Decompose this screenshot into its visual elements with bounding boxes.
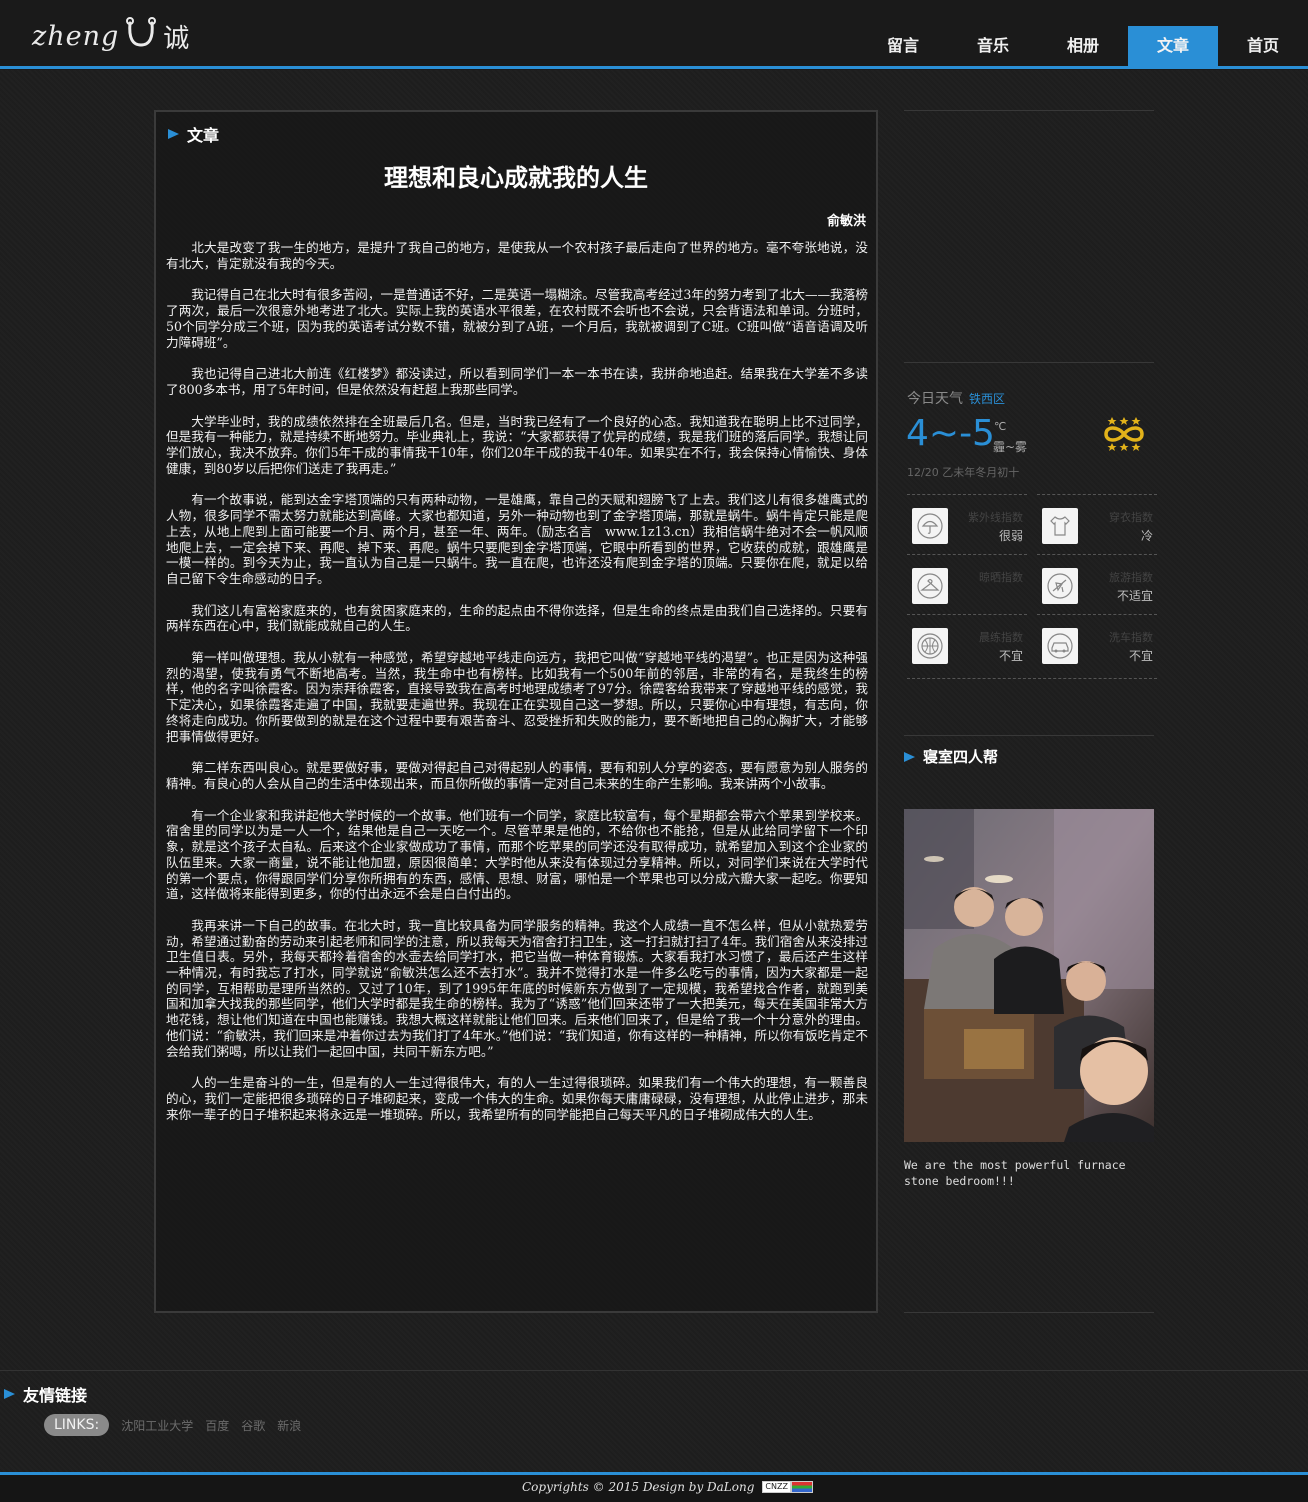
article-panel: 文章 理想和良心成就我的人生 俞敏洪 北大是改变了我一生的地方，是提升了我自己的… — [154, 110, 878, 1313]
haze-weather-icon — [1104, 417, 1144, 451]
weather-index-value: 冷 — [1140, 529, 1153, 543]
hanger-icon — [912, 568, 948, 604]
friend-link[interactable]: 沈阳工业大学 — [121, 1417, 193, 1434]
basketball-icon — [912, 628, 948, 664]
weather-unit: ℃ — [994, 420, 1007, 433]
article-paragraph: 第一样叫做理想。我从小就有一种感觉，希望穿越地平线走向远方，我把它叫做“穿越地平… — [166, 650, 868, 744]
weather-index-drying: 晾晒指数 — [907, 554, 1027, 614]
article-paragraph: 我记得自己在北大时有很多苦闷，一是普通话不好，二是英语一塌糊涂。尽管我高考经过3… — [166, 287, 868, 350]
weather-index-label: 洗车指数 — [1109, 631, 1153, 644]
car-icon — [1042, 628, 1078, 664]
weather-index-exercise: 晨练指数 不宜 — [907, 614, 1027, 674]
shirt-icon — [1042, 508, 1078, 544]
friend-link[interactable]: 谷歌 — [241, 1417, 265, 1434]
weather-index-value: 不适宜 — [1116, 589, 1153, 603]
nav-home[interactable]: 首页 — [1218, 26, 1308, 66]
article-paragraph: 北大是改变了我一生的地方，是提升了我自己的地方，是使我从一个农村孩子最后走向了世… — [166, 240, 868, 271]
nav-guestbook[interactable]: 留言 — [858, 26, 948, 66]
arrow-right-icon — [4, 1389, 15, 1399]
sidebar-divider — [904, 1312, 1154, 1313]
friend-link[interactable]: 百度 — [205, 1417, 229, 1434]
plane-icon — [1042, 568, 1078, 604]
weather-index-label: 晨练指数 — [979, 631, 1023, 644]
logo-u-icon — [126, 17, 157, 47]
sidebar-divider — [904, 110, 1154, 111]
arrow-right-icon — [168, 129, 179, 139]
weather-description: 霾~雾 — [993, 440, 1028, 454]
weather-title-label: 今日天气 — [907, 391, 963, 407]
friend-links-heading: 友情链接 — [4, 1382, 87, 1406]
article-title: 理想和良心成就我的人生 — [384, 163, 648, 192]
article-paragraph: 我再来讲一下自己的故事。在北大时，我一直比较具备为同学服务的精神。我这个人成绩一… — [166, 917, 868, 1059]
weather-index-travel: 旅游指数 不适宜 — [1037, 554, 1157, 614]
weather-widget: 今日天气 铁西区 4~-5 ℃ 霾~雾 12/20 乙未年冬月初十 紫外线指数 很… — [904, 376, 1158, 696]
logo-text: zheng — [32, 20, 120, 52]
sidebar-divider — [904, 735, 1154, 736]
umbrella-icon — [912, 508, 948, 544]
article-paragraph: 有一个故事说，能到达金字塔顶端的只有两种动物，一是雄鹰，靠自己的天赋和翅膀飞了上… — [166, 492, 868, 586]
sidebar-divider — [904, 362, 1154, 363]
friend-link[interactable]: 新浪 — [277, 1417, 301, 1434]
group-section-heading: 寝室四人帮 — [904, 746, 998, 767]
group-photo[interactable] — [904, 809, 1154, 1142]
nav-music[interactable]: 音乐 — [948, 26, 1038, 66]
article-paragraph: 有一个企业家和我讲起他大学时候的一个故事。他们班有一个同学，家庭比较富有，每个星… — [166, 807, 868, 902]
arrow-right-icon — [904, 751, 915, 762]
article-section-heading: 文章 — [168, 122, 219, 146]
main-nav: 留言 音乐 相册 文章 首页 — [858, 26, 1308, 66]
friend-links-bar: LINKS: 沈阳工业大学 百度 谷歌 新浪 — [44, 1413, 313, 1437]
site-logo[interactable]: zheng 诚 — [32, 14, 189, 58]
weather-index-value: 很弱 — [998, 529, 1023, 543]
weather-temperature: 4~-5 — [906, 413, 995, 454]
weather-date: 12/20 乙未年冬月初十 — [907, 466, 1020, 479]
weather-index-uv: 紫外线指数 很弱 — [907, 494, 1027, 554]
copyright-text: Copyrights © 2015 Design by DaLong — [522, 1480, 755, 1494]
weather-index-label: 紫外线指数 — [968, 511, 1023, 524]
article-author: 俞敏洪 — [826, 214, 866, 229]
weather-index-carwash: 洗车指数 不宜 — [1037, 614, 1157, 674]
nav-album[interactable]: 相册 — [1038, 26, 1128, 66]
stats-flag-icon[interactable] — [790, 1481, 813, 1493]
weather-index-value: 不宜 — [998, 649, 1023, 663]
copyright-notice: Copyrights © 2015 Design by DaLong CNZZ — [522, 1480, 813, 1494]
article-paragraph: 第二样东西叫良心。就是要做好事，要做对得起自己对得起别人的事情，要有和别人分享的… — [166, 760, 868, 791]
weather-index-label: 穿衣指数 — [1109, 511, 1153, 524]
group-section-title: 寝室四人帮 — [923, 748, 999, 766]
weather-index-clothing: 穿衣指数 冷 — [1037, 494, 1157, 554]
site-header: zheng 诚 留言 音乐 相册 文章 首页 — [0, 0, 1308, 70]
friend-links-title: 友情链接 — [23, 1386, 88, 1405]
group-photo-caption: We are the most powerful furnace stone b… — [904, 1158, 1126, 1188]
weather-index-label: 晾晒指数 — [979, 571, 1023, 584]
cnzz-badge[interactable]: CNZZ — [762, 1481, 791, 1493]
group-photo-image — [904, 809, 1154, 1142]
article-body: 北大是改变了我一生的地方，是提升了我自己的地方，是使我从一个农村孩子最后走向了世… — [166, 240, 868, 1138]
article-paragraph: 大学毕业时，我的成绩依然排在全班最后几名。但是，当时我已经有了一个良好的心态。我… — [166, 413, 868, 476]
header-accent-line — [0, 66, 1308, 69]
article-paragraph: 我也记得自己进北大前连《红楼梦》都没读过，所以看到同学们一本一本书在读，我拼命地… — [166, 366, 868, 397]
weather-index-value: 不宜 — [1128, 649, 1153, 663]
weather-divider — [907, 678, 1157, 679]
article-section-label: 文章 — [187, 126, 220, 145]
article-paragraph: 人的一生是奋斗的一生，但是有的人一生过得很伟大，有的人一生过得很琐碎。如果我们有… — [166, 1075, 868, 1122]
weather-index-label: 旅游指数 — [1109, 571, 1153, 584]
links-label-badge: LINKS: — [44, 1414, 110, 1436]
friend-links-divider — [0, 1370, 1308, 1371]
article-paragraph: 我们这儿有富裕家庭来的，也有贫困家庭来的，生命的起点由不得你选择，但是生命的终点… — [166, 602, 868, 634]
weather-city-link[interactable]: 铁西区 — [969, 392, 1005, 406]
logo-cn-text: 诚 — [163, 23, 190, 54]
nav-articles[interactable]: 文章 — [1128, 26, 1218, 66]
weather-title: 今日天气 铁西区 — [907, 388, 1005, 408]
